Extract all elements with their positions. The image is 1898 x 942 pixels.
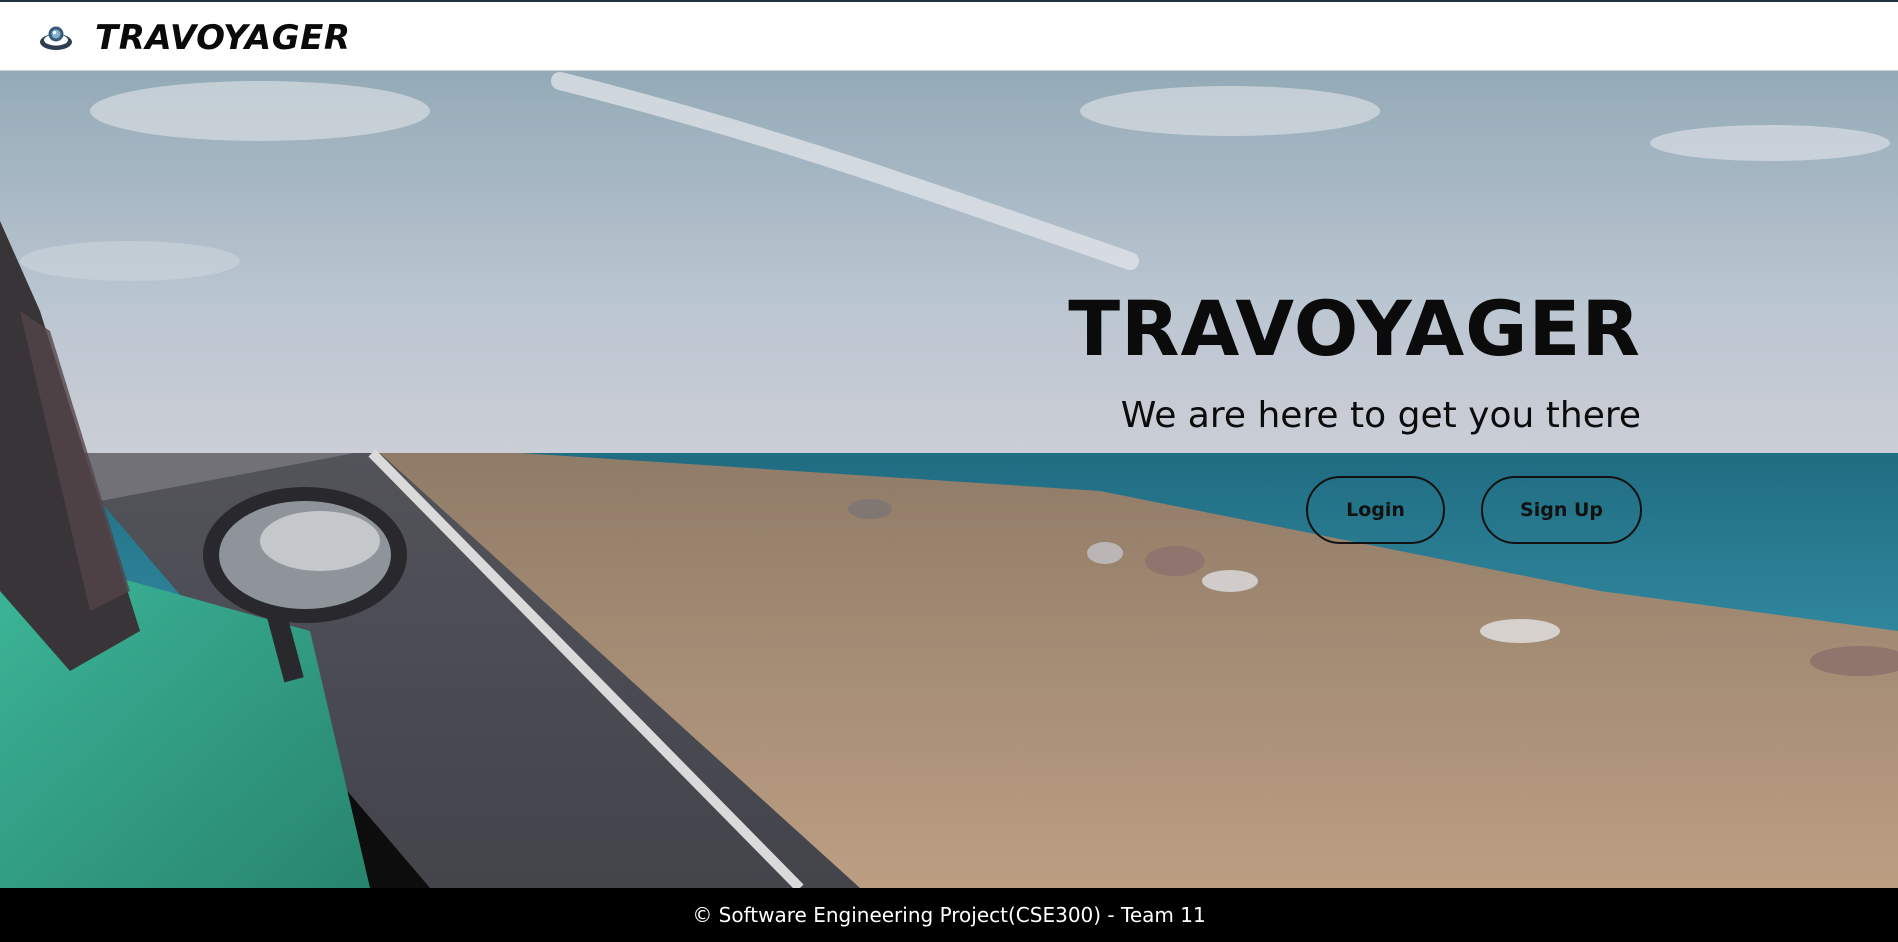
globe-eye-icon[interactable] — [38, 21, 74, 53]
hero-subtitle: We are here to get you there — [1120, 395, 1641, 436]
footer: © Software Engineering Project(CSE300) -… — [0, 888, 1898, 942]
brand-name[interactable]: TRAVOYAGER — [95, 18, 351, 58]
footer-text: © Software Engineering Project(CSE300) -… — [692, 903, 1206, 927]
hero-section: TRAVOYAGER We are here to get you there … — [0, 71, 1898, 888]
signup-button[interactable]: Sign Up — [1481, 476, 1642, 544]
top-navbar: TRAVOYAGER — [0, 0, 1898, 71]
hero-title: TRAVOYAGER — [1068, 284, 1641, 373]
login-button[interactable]: Login — [1306, 476, 1445, 544]
